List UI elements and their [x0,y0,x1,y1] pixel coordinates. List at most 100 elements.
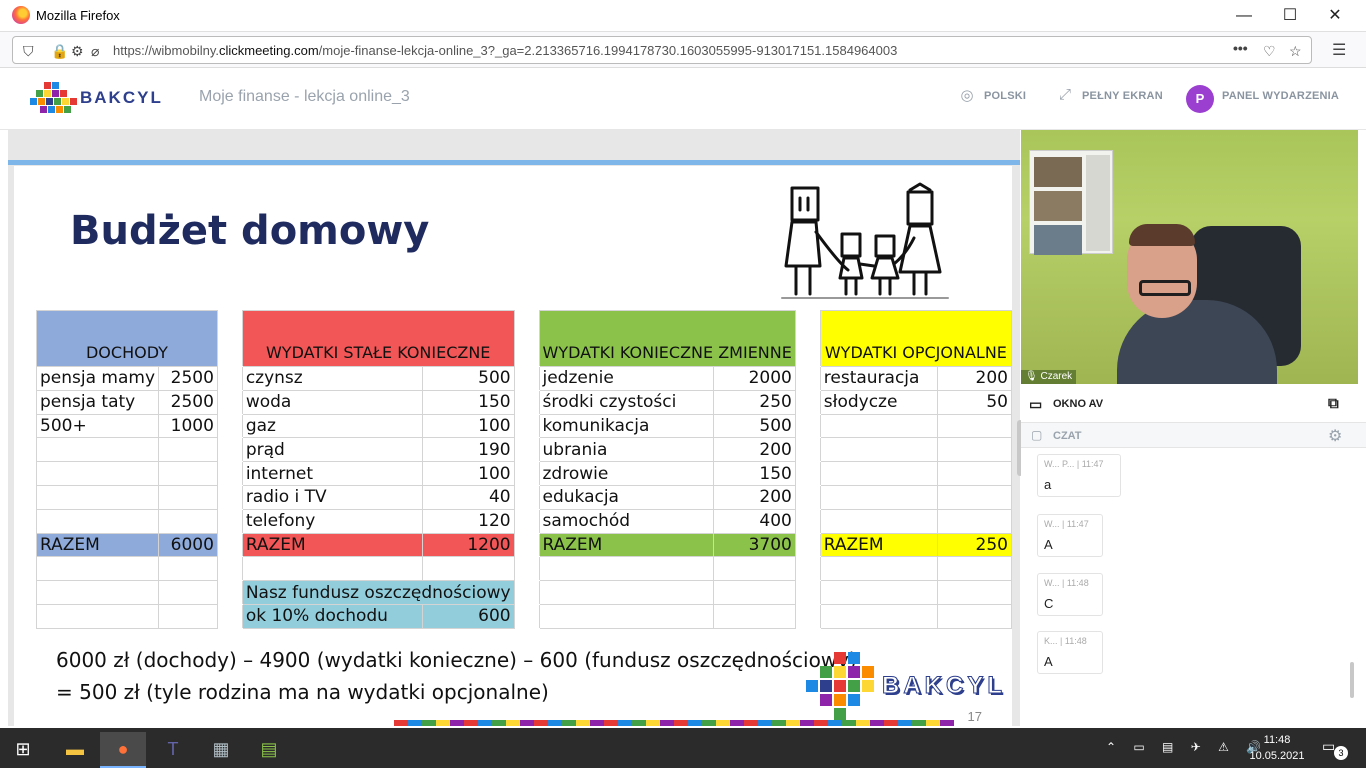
variable-item-value: 500 [713,413,796,439]
clock[interactable]: 11:48 10.05.2021 [1246,732,1308,764]
chat-text: a [1044,477,1052,492]
slide-title: Budżet domowy [70,208,430,254]
optional-item-label [819,461,938,486]
income-item-value [158,484,218,510]
chat-message: W... | 11:47 A [1037,514,1103,557]
header-fixed: WYDATKI STAŁE KONIECZNE [241,310,515,367]
camera-mic-icon[interactable]: ⌀ [91,43,99,60]
address-bar[interactable]: ⛉ 🔒 ⚙ ⌀ https://wibmobilny.clickmeeting.… [12,36,1312,64]
url-text[interactable]: https://wibmobilny.clickmeeting.com/moje… [113,43,897,58]
slide-page-number: 17 [967,709,982,724]
income-item-label: pensja taty [35,389,160,415]
table-cell [158,580,218,605]
logo-text: BAKCYL [80,88,163,107]
app-icon[interactable]: ▤ [246,732,292,768]
minimize-button[interactable]: — [1224,4,1264,28]
chat-time: 11:48 [1066,578,1089,588]
income-item-value [158,508,218,534]
income-item-label [35,508,160,534]
fixed-total-label: RAZEM [241,532,423,558]
variable-item-value: 200 [713,437,796,463]
income-item-label [35,461,160,486]
optional-item-value: 200 [936,366,1012,391]
spacer-cell [216,484,243,510]
table-cell [936,603,1012,629]
optional-item-value [936,437,1012,463]
chat-scrollbar[interactable] [1350,662,1354,698]
avatar[interactable]: P [1186,85,1214,113]
fixed-item-label: internet [241,461,423,486]
table-cell [936,580,1012,605]
spacer-cell [794,461,821,486]
fixed-item-label: prąd [241,437,423,463]
file-explorer-icon[interactable]: ▬ [52,732,98,768]
income-item-label: 500+ [35,413,160,439]
table-cell [819,556,938,582]
spacer-cell [794,484,821,510]
permissions-icon[interactable]: ⚙ [71,43,84,60]
close-button[interactable]: ✕ [1315,4,1355,28]
table-row: prąd 190 ubrania 200 [35,437,1012,463]
language-button[interactable]: POLSKI [984,90,1026,102]
table-cell [35,556,160,582]
firefox-icon [12,6,30,24]
fixed-item-value: 150 [421,389,515,415]
firefox-taskbar-icon[interactable]: ● [100,732,146,768]
video-camera-icon: ▭ [1029,396,1043,412]
chat-text: A [1044,537,1053,552]
spacer-cell [513,532,540,558]
chat-author: K... [1044,636,1058,646]
fullscreen-icon[interactable]: ⤢ [1056,86,1074,104]
chat-separator: | [1057,636,1065,646]
variable-total-label: RAZEM [538,532,715,558]
maximize-button[interactable]: ☐ [1270,4,1310,28]
fixed-item-label: woda [241,389,423,415]
table-row: 500+ 1000 gaz 100 komunikacja 500 [35,413,1012,439]
notification-center[interactable]: ▭ 3 [1322,738,1348,760]
table-row: telefony 120 samochód 400 [35,508,1012,534]
table-cell [216,556,243,582]
spacer-cell [513,484,540,510]
event-panel-button[interactable]: PANEL WYDARZENIA [1222,90,1339,102]
header-income: DOCHODY [36,310,218,367]
optional-item-value [936,461,1012,486]
fixed-item-label: gaz [241,413,423,439]
fullscreen-button[interactable]: PEŁNY EKRAN [1082,90,1163,102]
slide-bottom-strip [394,720,954,726]
webcam-video[interactable]: 🎙 Czarek [1021,130,1358,384]
variable-item-label: komunikacja [538,413,715,439]
lock-icon[interactable]: 🔒 [51,43,68,60]
chat-separator: | [1074,459,1082,469]
av-window-bar[interactable]: ▭ OKNO AV ⧉ [1021,392,1366,416]
page-actions-icon[interactable]: ••• [1233,40,1248,56]
spacer-cell [794,366,821,391]
spacer-cell [513,413,540,439]
shield-icon[interactable]: ⛉ [23,43,34,60]
system-tray[interactable]: ⌃ ▭ ▤ ✈ ⚠ 🔊 [1106,740,1268,754]
participant-label: 🎙 Czarek [1021,370,1077,384]
chat-time: 11:48 [1064,636,1087,646]
pocket-icon[interactable]: ♡ [1263,43,1276,60]
table-cell [538,580,715,605]
savings-row: Nasz fundusz oszczędnościowy [35,580,1012,605]
start-button[interactable]: ⊞ [0,732,46,768]
income-item-value: 2500 [158,389,218,415]
gear-icon[interactable]: ⚙ [1328,426,1342,446]
spacer-cell [216,310,243,367]
hamburger-menu-icon[interactable]: ☰ [1332,40,1346,60]
chat-message-meta: W... P... | 11:47 [1044,459,1114,469]
variable-item-label: jedzenie [538,366,715,391]
bookmark-star-icon[interactable]: ☆ [1289,43,1302,60]
popout-icon[interactable]: ⧉ [1328,395,1339,412]
chat-header[interactable]: ▢ CZAT ⚙ [1021,422,1366,448]
table-cell [35,603,160,629]
chat-separator: | [1059,578,1067,588]
bakcyl-logo: BAKCYL [30,80,161,116]
calculator-icon[interactable]: ▦ [198,732,244,768]
spacer-cell [513,366,540,391]
family-illustration [781,182,949,299]
optional-item-label: restauracja [819,366,938,391]
teams-icon[interactable]: T [150,732,196,768]
globe-icon[interactable]: ◎ [958,86,976,104]
browser-toolbar: ⛉ 🔒 ⚙ ⌀ https://wibmobilny.clickmeeting.… [0,32,1366,68]
